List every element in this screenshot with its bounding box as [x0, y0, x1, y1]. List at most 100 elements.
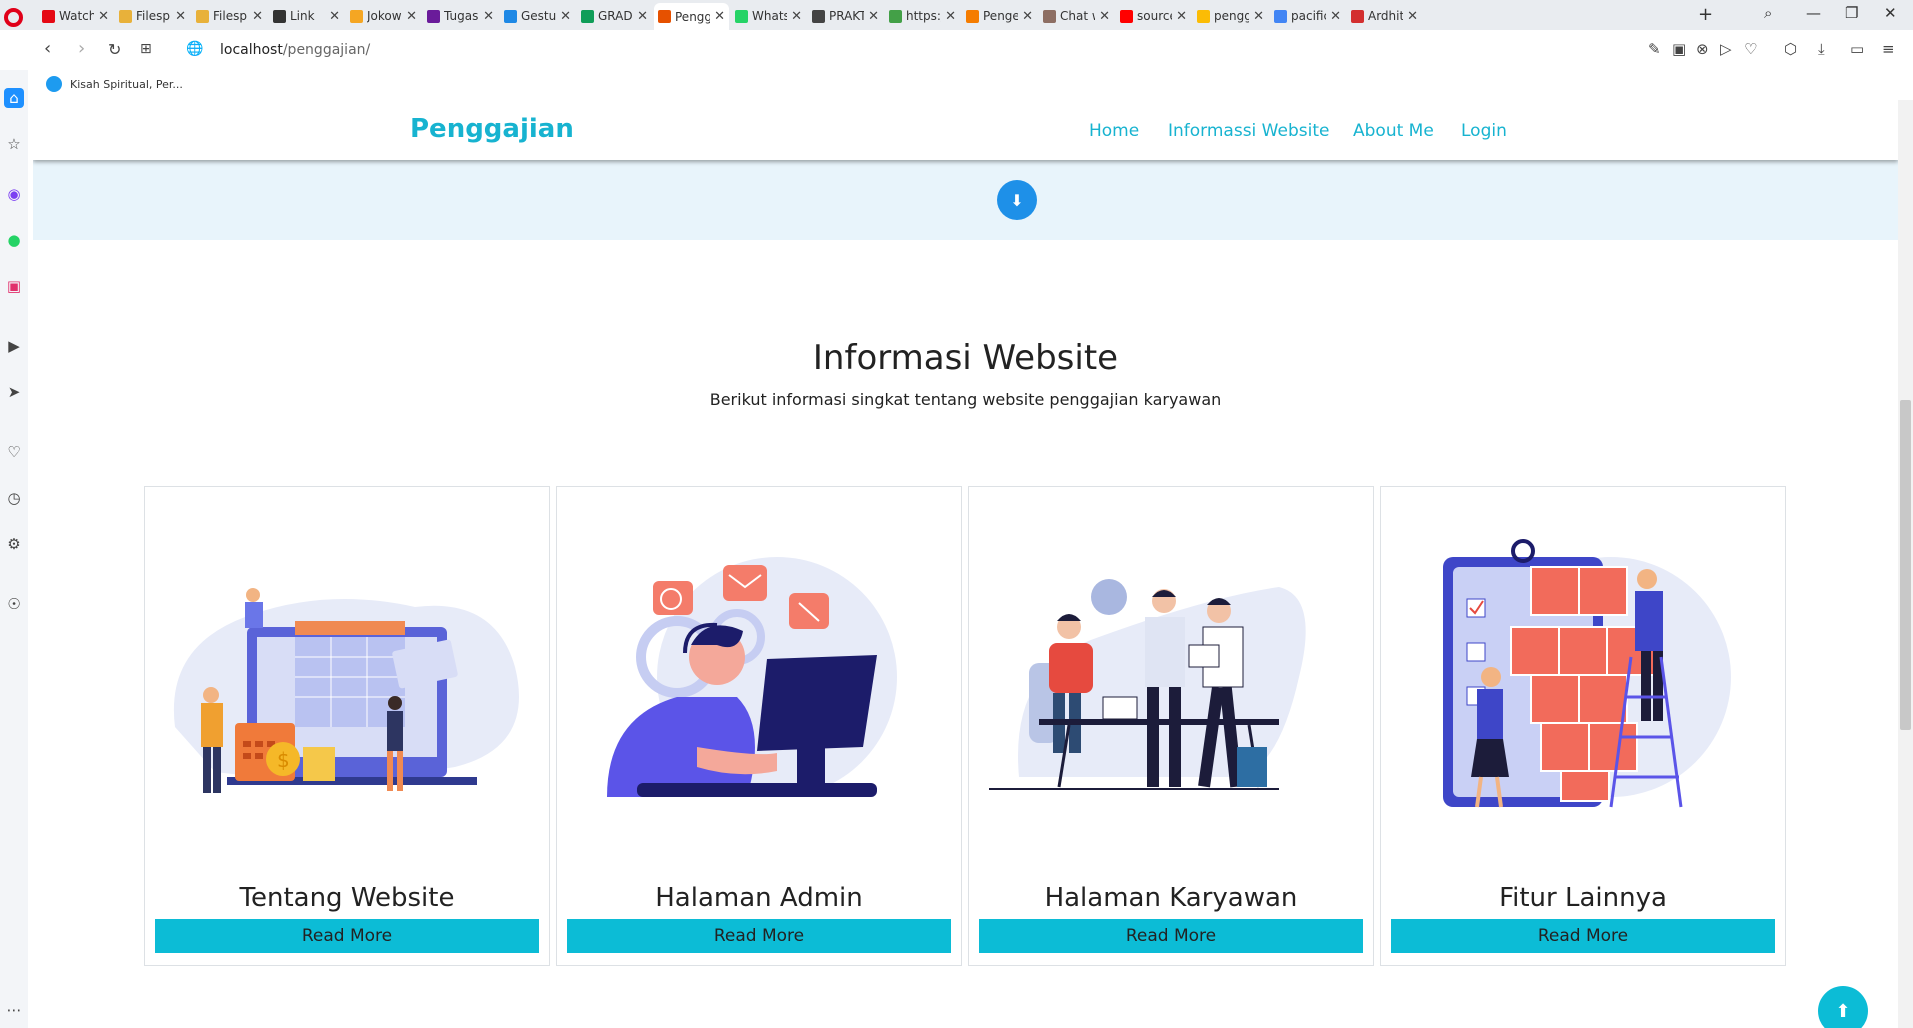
- browser-tab[interactable]: Watch ✕: [38, 4, 113, 28]
- browser-tab[interactable]: penggi✕: [1193, 4, 1268, 28]
- tab-label: pacific: [1291, 9, 1326, 23]
- tab-close-icon[interactable]: ✕: [714, 9, 725, 24]
- tab-close-icon[interactable]: ✕: [1330, 9, 1341, 24]
- browser-tab[interactable]: Chat w ✕: [1039, 4, 1114, 28]
- download-icon[interactable]: ⤓: [1818, 40, 1825, 58]
- reload-icon[interactable]: ↻: [108, 40, 121, 59]
- heart-icon[interactable]: ♡: [1744, 40, 1757, 58]
- menu-icon[interactable]: ≡: [1882, 40, 1895, 58]
- browser-tab[interactable]: Penger✕: [962, 4, 1037, 28]
- home-icon[interactable]: ⌂: [4, 88, 24, 108]
- battery-icon[interactable]: ▭: [1850, 40, 1864, 58]
- browser-tab[interactable]: Gestur✕: [500, 4, 575, 28]
- player-icon[interactable]: ▶: [4, 336, 24, 356]
- browser-tab[interactable]: Filespr ✕: [115, 4, 190, 28]
- minimize-icon[interactable]: —: [1806, 4, 1821, 22]
- tips-icon[interactable]: ☉: [4, 594, 24, 614]
- new-tab-button[interactable]: +: [1698, 4, 1713, 25]
- browser-tab[interactable]: pacific ✕: [1270, 4, 1345, 28]
- tab-close-icon[interactable]: ✕: [1022, 9, 1033, 24]
- search-tabs-icon[interactable]: ⌕: [1764, 4, 1772, 22]
- bookmark-item[interactable]: Kisah Spiritual, Per...: [46, 76, 183, 92]
- camera-icon[interactable]: ▣: [1672, 40, 1686, 58]
- adblock-icon[interactable]: ⊗: [1696, 40, 1709, 58]
- browser-tab[interactable]: source ✕: [1116, 4, 1191, 28]
- forward-icon[interactable]: ›: [78, 38, 85, 59]
- tab-close-icon[interactable]: ✕: [483, 9, 494, 24]
- read-more-button[interactable]: Read More: [567, 919, 951, 953]
- tab-label: Chat w: [1060, 9, 1095, 23]
- messenger-icon[interactable]: ◉: [4, 184, 24, 204]
- browser-tab[interactable]: PRAKT ✕: [808, 4, 883, 28]
- tab-close-icon[interactable]: ✕: [406, 9, 417, 24]
- browser-tab[interactable]: Whats ✕: [731, 4, 806, 28]
- restore-icon[interactable]: ❐: [1845, 4, 1858, 22]
- back-icon[interactable]: ‹: [44, 38, 51, 59]
- tab-label: Jokowi: [367, 9, 403, 23]
- tab-close-icon[interactable]: ✕: [1407, 9, 1418, 24]
- tab-close-icon[interactable]: ✕: [945, 9, 956, 24]
- opera-logo-icon[interactable]: [4, 8, 23, 27]
- edit-icon[interactable]: ✎: [1648, 40, 1661, 58]
- browser-tab[interactable]: Jokowi ✕: [346, 4, 421, 28]
- read-more-button[interactable]: Read More: [979, 919, 1363, 953]
- tab-close-icon[interactable]: ✕: [1176, 9, 1187, 24]
- browser-tab[interactable]: Filespr ✕: [192, 4, 267, 28]
- scroll-down-icon[interactable]: ⬇: [997, 180, 1037, 220]
- browser-tab[interactable]: GRADE ✕: [577, 4, 652, 28]
- settings-icon[interactable]: ⚙: [4, 534, 24, 554]
- tab-favicon-icon: [350, 9, 363, 23]
- browser-tab[interactable]: Tugas ✕: [423, 4, 498, 28]
- flow-icon[interactable]: ▷: [1720, 40, 1732, 58]
- site-brand[interactable]: Penggajian: [410, 114, 574, 144]
- back-to-top-icon[interactable]: ⬆: [1818, 986, 1868, 1028]
- tab-close-icon[interactable]: ✕: [1099, 9, 1110, 24]
- tab-label: Penger: [983, 9, 1019, 23]
- tab-close-icon[interactable]: ✕: [791, 9, 802, 24]
- nav-informasi-website[interactable]: Informassi Website: [1168, 121, 1329, 141]
- browser-tab[interactable]: Ardhit ✕: [1347, 4, 1422, 28]
- browser-tab[interactable]: Link ✕: [269, 4, 344, 28]
- browser-tab[interactable]: https:/✕: [885, 4, 960, 28]
- tab-favicon-icon: [966, 9, 979, 23]
- tab-close-icon[interactable]: ✕: [329, 9, 340, 24]
- read-more-button[interactable]: Read More: [1391, 919, 1775, 953]
- tab-close-icon[interactable]: ✕: [1253, 9, 1264, 24]
- page-scrollbar[interactable]: [1898, 100, 1913, 1028]
- send-icon[interactable]: ➤: [4, 382, 24, 402]
- tab-close-icon[interactable]: ✕: [175, 9, 186, 24]
- tab-favicon-icon: [1120, 9, 1133, 23]
- tab-favicon-icon: [812, 9, 825, 23]
- cube-icon[interactable]: ⬡: [1784, 40, 1797, 58]
- site-info-icon[interactable]: 🌐: [186, 41, 203, 57]
- puzzle-illustration-icon: [1443, 539, 1731, 808]
- star-icon[interactable]: ☆: [4, 134, 24, 154]
- browser-tab[interactable]: Penggi✕: [654, 3, 729, 30]
- url-field[interactable]: localhost/penggajian/: [220, 42, 370, 58]
- whatsapp-icon[interactable]: ●: [4, 230, 24, 250]
- read-more-button[interactable]: Read More: [155, 919, 539, 953]
- tab-grid-icon[interactable]: ⊞: [140, 41, 152, 57]
- instagram-icon[interactable]: ▣: [4, 276, 24, 296]
- tab-close-icon[interactable]: ✕: [637, 9, 648, 24]
- browser-tab-bar: Watch ✕ Filespr ✕ Filespr ✕ Link ✕ Jokowi ✕ Tugas ✕…: [0, 0, 1913, 30]
- nav-home[interactable]: Home: [1089, 121, 1139, 141]
- tab-label: Tugas: [444, 9, 479, 23]
- tab-close-icon[interactable]: ✕: [252, 9, 263, 24]
- tab-close-icon[interactable]: ✕: [98, 9, 109, 24]
- section-title: Informasi Website: [812, 338, 1119, 378]
- tab-close-icon[interactable]: ✕: [868, 9, 879, 24]
- more-icon[interactable]: ⋯: [4, 1000, 24, 1020]
- close-window-icon[interactable]: ✕: [1884, 4, 1897, 22]
- card-title: Halaman Karyawan: [1044, 883, 1298, 913]
- nav-login[interactable]: Login: [1461, 121, 1507, 141]
- scrollbar-thumb[interactable]: [1900, 400, 1911, 730]
- tab-favicon-icon: [1043, 9, 1056, 23]
- tab-favicon-icon: [42, 9, 55, 23]
- tab-close-icon[interactable]: ✕: [560, 9, 571, 24]
- nav-about-me[interactable]: About Me: [1353, 121, 1434, 141]
- favorites-icon[interactable]: ♡: [4, 442, 24, 462]
- tab-favicon-icon: [427, 9, 440, 23]
- tab-label: Link: [290, 9, 315, 23]
- history-icon[interactable]: ◷: [4, 488, 24, 508]
